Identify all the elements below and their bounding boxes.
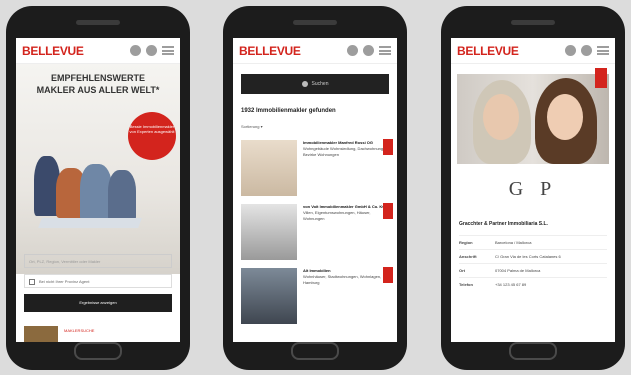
- list-item[interactable]: Alt Immobilien Wohnhäuser, Stadtwohnungen…: [233, 263, 397, 327]
- gp-badge-icon: [383, 139, 393, 155]
- gp-badge-icon: [383, 203, 393, 219]
- app-bar: BELLEVUE: [451, 38, 615, 64]
- globe-icon[interactable]: [581, 45, 592, 56]
- checkbox-icon[interactable]: [29, 279, 35, 285]
- home-button[interactable]: [74, 342, 122, 360]
- show-results-button[interactable]: Ergebnisse anzeigen: [24, 294, 172, 312]
- agency-info-table: Region Barcelona / Mallorca Anschrift C/ G…: [451, 235, 615, 291]
- screen-results: BELLEVUE Suchen 1932 Immobilienmakler ge…: [233, 38, 397, 342]
- sort-dropdown[interactable]: Sortierung ▾: [233, 118, 397, 135]
- agent-portrait: [457, 68, 609, 164]
- screen-home: BELLEVUE EMPFEHLENSWERTE MAKLER AUS ALLE…: [16, 38, 180, 342]
- home-button[interactable]: [291, 342, 339, 360]
- teaser-label[interactable]: MAKLERSUCHE: [64, 328, 94, 333]
- agent-photo: [241, 268, 297, 324]
- brand-logo[interactable]: BELLEVUE: [22, 44, 84, 58]
- table-row: Anschrift C/ Gran Via de les Corts Catala…: [459, 249, 607, 263]
- agent-photo: [241, 204, 297, 260]
- table-row: Ort 07004 Palma de Mallorca: [459, 263, 607, 277]
- agency-logo: G P: [508, 178, 558, 200]
- user-icon[interactable]: [347, 45, 358, 56]
- brand-logo[interactable]: BELLEVUE: [239, 44, 301, 58]
- agent-photo: [241, 140, 297, 196]
- screen-agent-detail: BELLEVUE G P Gracchter & Partner Immobil…: [451, 38, 615, 342]
- gp-badge-icon: [595, 68, 607, 88]
- teaser-thumbnail[interactable]: [24, 326, 58, 342]
- phone-frame-2: BELLEVUE Suchen 1932 Immobilienmakler ge…: [223, 6, 407, 370]
- search-icon: [301, 81, 308, 87]
- menu-icon[interactable]: [379, 46, 391, 55]
- user-icon[interactable]: [565, 45, 576, 56]
- speaker: [293, 20, 337, 25]
- phone-frame-1: BELLEVUE EMPFEHLENSWERTE MAKLER AUS ALLE…: [6, 6, 190, 370]
- gp-badge-icon: [383, 267, 393, 283]
- phone-frame-3: BELLEVUE G P Gracchter & Partner Immobil…: [441, 6, 625, 370]
- table-row[interactable]: Telefon +34 123 45 67 89: [459, 277, 607, 291]
- list-item[interactable]: Immobilienmakler Manfred Rossi OG Wohngeb…: [233, 135, 397, 199]
- table-row: Region Barcelona / Mallorca: [459, 235, 607, 249]
- app-bar: BELLEVUE: [233, 38, 397, 64]
- home-button[interactable]: [509, 342, 557, 360]
- search-button[interactable]: Suchen: [241, 74, 389, 94]
- search-input[interactable]: Ort, PLZ, Region, Vermittler oder Makler: [24, 254, 172, 268]
- user-icon[interactable]: [130, 45, 141, 56]
- app-bar: BELLEVUE: [16, 38, 180, 64]
- menu-icon[interactable]: [162, 46, 174, 55]
- speaker: [76, 20, 120, 25]
- results-count: 1932 Immobilienmakler gefunden: [241, 108, 336, 114]
- menu-icon[interactable]: [597, 46, 609, 55]
- hero-heading: EMPFEHLENSWERTE MAKLER AUS ALLER WELT*: [36, 73, 160, 95]
- globe-icon[interactable]: [146, 45, 157, 56]
- globe-icon[interactable]: [363, 45, 374, 56]
- speaker: [511, 20, 555, 25]
- province-checkbox[interactable]: Bei nicht Ihrer Provinz Agent: [24, 274, 172, 288]
- checkbox-label: Bei nicht Ihrer Provinz Agent: [39, 279, 90, 284]
- experts-badge: Bessie Immobilienmakler von Experten aus…: [128, 112, 176, 160]
- agency-name: Gracchter & Partner Immobiliaria S.L.: [459, 221, 548, 227]
- list-item[interactable]: von Voit Immobilienmakler GmbH & Co. KG V…: [233, 199, 397, 263]
- brand-logo[interactable]: BELLEVUE: [457, 44, 519, 58]
- hero-banner: EMPFEHLENSWERTE MAKLER AUS ALLER WELT* B…: [16, 64, 180, 274]
